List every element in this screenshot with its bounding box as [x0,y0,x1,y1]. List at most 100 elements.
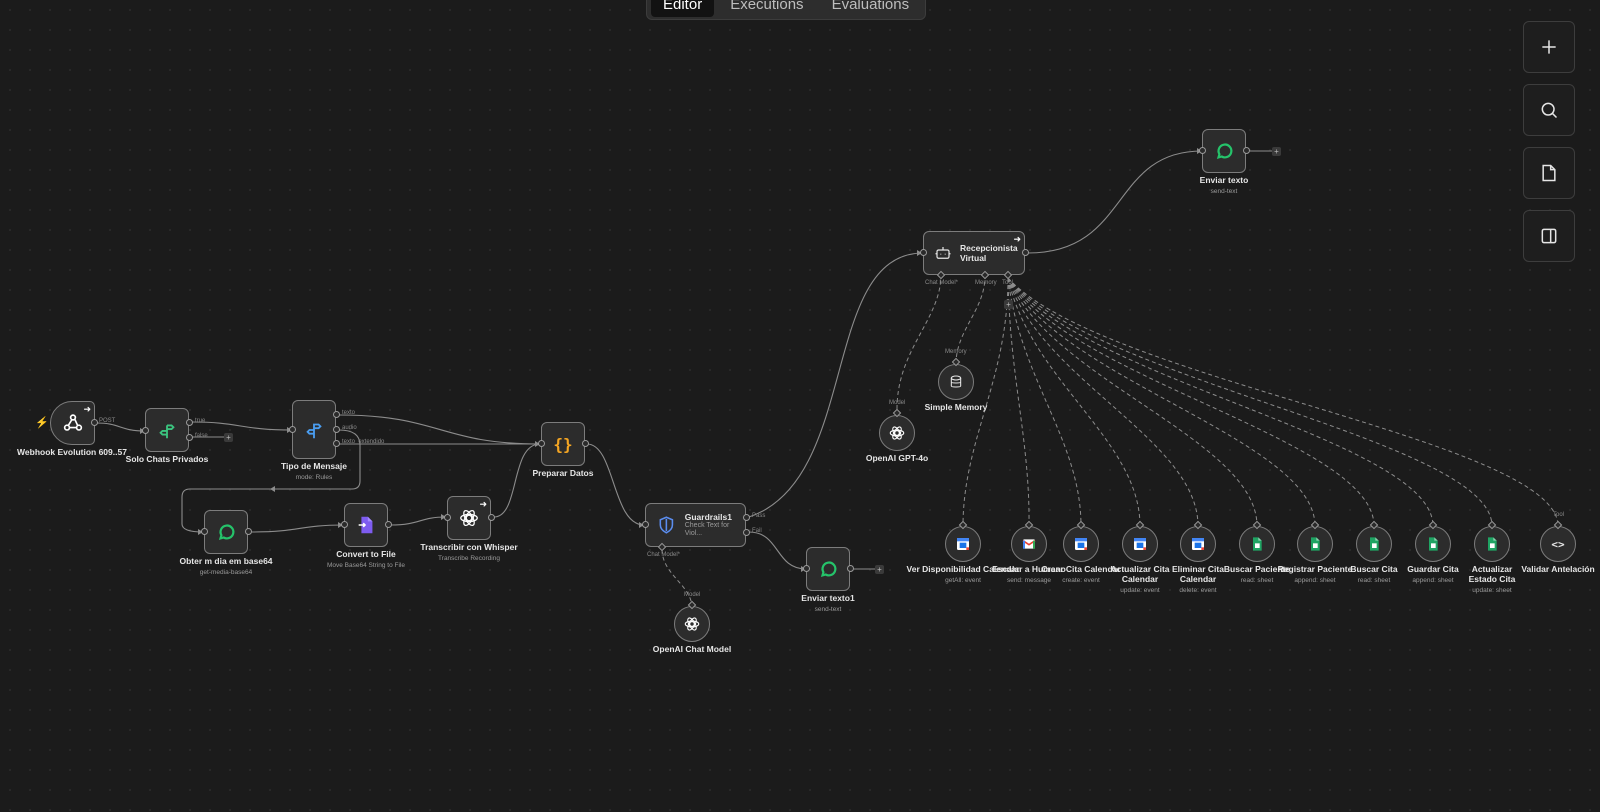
sidebar-panel-icon [1541,228,1557,244]
node-label-memory: Simple Memory [924,402,988,412]
node-enviar-texto1[interactable] [806,547,850,591]
connection-guardrails-recep [748,252,923,518]
execute-node-icon[interactable]: ➜ [83,404,91,415]
node-simple-memory[interactable] [938,364,974,400]
node-enviar-texto[interactable] [1202,129,1246,173]
node-tool-validar-antelacion[interactable]: <> [1540,526,1576,562]
ai-connection-tool-t2 [1007,277,1030,527]
output-handle[interactable] [1243,147,1250,154]
node-recepcionista-virtual[interactable]: Recepcionista Virtual ➜ [923,231,1025,275]
node-transcribir-whisper[interactable]: ➜ [447,496,491,540]
output-handle-false[interactable] [186,434,193,441]
output-handle[interactable] [582,440,589,447]
node-tipo-de-mensaje[interactable] [292,400,336,459]
input-handle[interactable] [1199,147,1206,154]
port-label-texto-extendido: texto_extendido [342,439,385,445]
node-label-solo: Solo Chats Privados [125,454,209,464]
node-tool-eliminar-cita[interactable] [1180,526,1216,562]
tab-executions[interactable]: Executions [718,0,815,17]
output-handle-true[interactable] [186,419,193,426]
search-nodes-button[interactable] [1523,84,1575,136]
execute-node-icon[interactable]: ➜ [1013,234,1021,245]
add-sticky-button[interactable] [1523,147,1575,199]
input-handle[interactable] [920,249,927,256]
input-handle[interactable] [538,440,545,447]
node-label-tipo: Tipo de Mensaje mode: Rules [281,461,347,481]
add-tool-button[interactable]: + [1004,300,1013,309]
ai-connection-tool-t6 [1007,277,1258,527]
output-handle[interactable] [488,514,495,521]
gmail-icon [1022,539,1036,549]
node-openai-chat-model[interactable] [674,606,710,642]
input-handle[interactable] [803,565,810,572]
node-preparar-datos[interactable]: {} [541,422,585,466]
node-openai-gpt4o[interactable] [879,415,915,451]
port-label-pass: Pass [752,513,766,519]
output-handle-fail[interactable] [743,529,750,536]
tab-evaluations[interactable]: Evaluations [820,0,922,17]
ai-connection-tool-t5 [1007,277,1199,527]
execute-node-icon[interactable]: ➜ [479,499,487,510]
ai-connection-tool-t7 [1007,277,1316,527]
node-tool-buscar-paciente[interactable] [1239,526,1275,562]
zoom-in-button[interactable] [1523,21,1575,73]
node-tool-actualizar-estado[interactable] [1474,526,1510,562]
node-tool-guardar-cita[interactable] [1415,526,1451,562]
node-label-preparar: Preparar Datos [532,468,594,478]
ai-connection-gpt4o-recep [896,275,942,410]
connection-webhook-solo [96,422,146,432]
input-handle[interactable] [341,521,348,528]
shield-icon [659,516,674,534]
node-webhook[interactable]: ➜ [50,401,95,445]
connection-recep-enviar [1027,150,1203,254]
add-node-button[interactable]: + [1272,147,1281,156]
add-node-button[interactable]: + [875,565,884,574]
node-tool-buscar-cita[interactable] [1356,526,1392,562]
node-tool-actualizar-cita[interactable] [1122,526,1158,562]
tab-editor[interactable]: Editor [651,0,715,17]
output-handle-audio[interactable] [333,426,340,433]
input-handle[interactable] [289,426,296,433]
webhook-icon [63,414,82,431]
code-icon: <> [1551,537,1565,551]
output-handle[interactable] [847,565,854,572]
ai-connection-tool-t3 [1007,277,1082,527]
node-convert-to-file[interactable] [344,503,388,547]
node-label-enviar: Enviar texto send-text [1199,175,1249,195]
port-label-memory-top: Memory [945,349,967,355]
node-tool-escalar-humano[interactable] [1011,526,1047,562]
node-label-tool: Validar Antelación [1521,564,1595,574]
node-guardrails[interactable]: Guardrails1 Check Text for Viol... [645,503,746,547]
output-handle-texto[interactable] [333,411,340,418]
output-handle[interactable] [1022,249,1029,256]
node-tool-crear-cita[interactable] [1063,526,1099,562]
port-label-false: false [195,433,208,439]
port-label-model: Model [684,592,701,598]
output-handle[interactable] [385,521,392,528]
node-tool-registrar-paciente[interactable] [1297,526,1333,562]
output-handle-pass[interactable] [743,514,750,521]
input-handle[interactable] [142,427,149,434]
output-handle-texto-extendido[interactable] [333,440,340,447]
google-sheets-icon [1429,537,1438,551]
port-label-fail: Fail [752,528,762,534]
connection-obter-convert [251,524,344,533]
connections-layer [96,148,1559,609]
port-label-texto: texto [342,410,356,416]
output-handle[interactable] [245,528,252,535]
connection-convert-whisper [390,516,447,526]
google-sheets-icon [1253,537,1262,551]
file-convert-icon [358,516,373,534]
add-node-false-button[interactable]: + [224,433,233,442]
google-calendar-icon [1075,538,1087,550]
input-handle[interactable] [201,528,208,535]
workflow-canvas[interactable]: ⚡ ➜ POST Webhook Evolution 609..57 true … [0,0,1600,812]
input-handle[interactable] [444,514,451,521]
node-obter-media[interactable] [204,510,248,554]
output-handle[interactable] [91,419,98,426]
node-solo-chats-privados[interactable] [145,408,189,452]
node-tool-ver-disponibilidad[interactable] [945,526,981,562]
openai-icon [684,617,700,631]
input-handle[interactable] [642,521,649,528]
toggle-panel-button[interactable] [1523,210,1575,262]
